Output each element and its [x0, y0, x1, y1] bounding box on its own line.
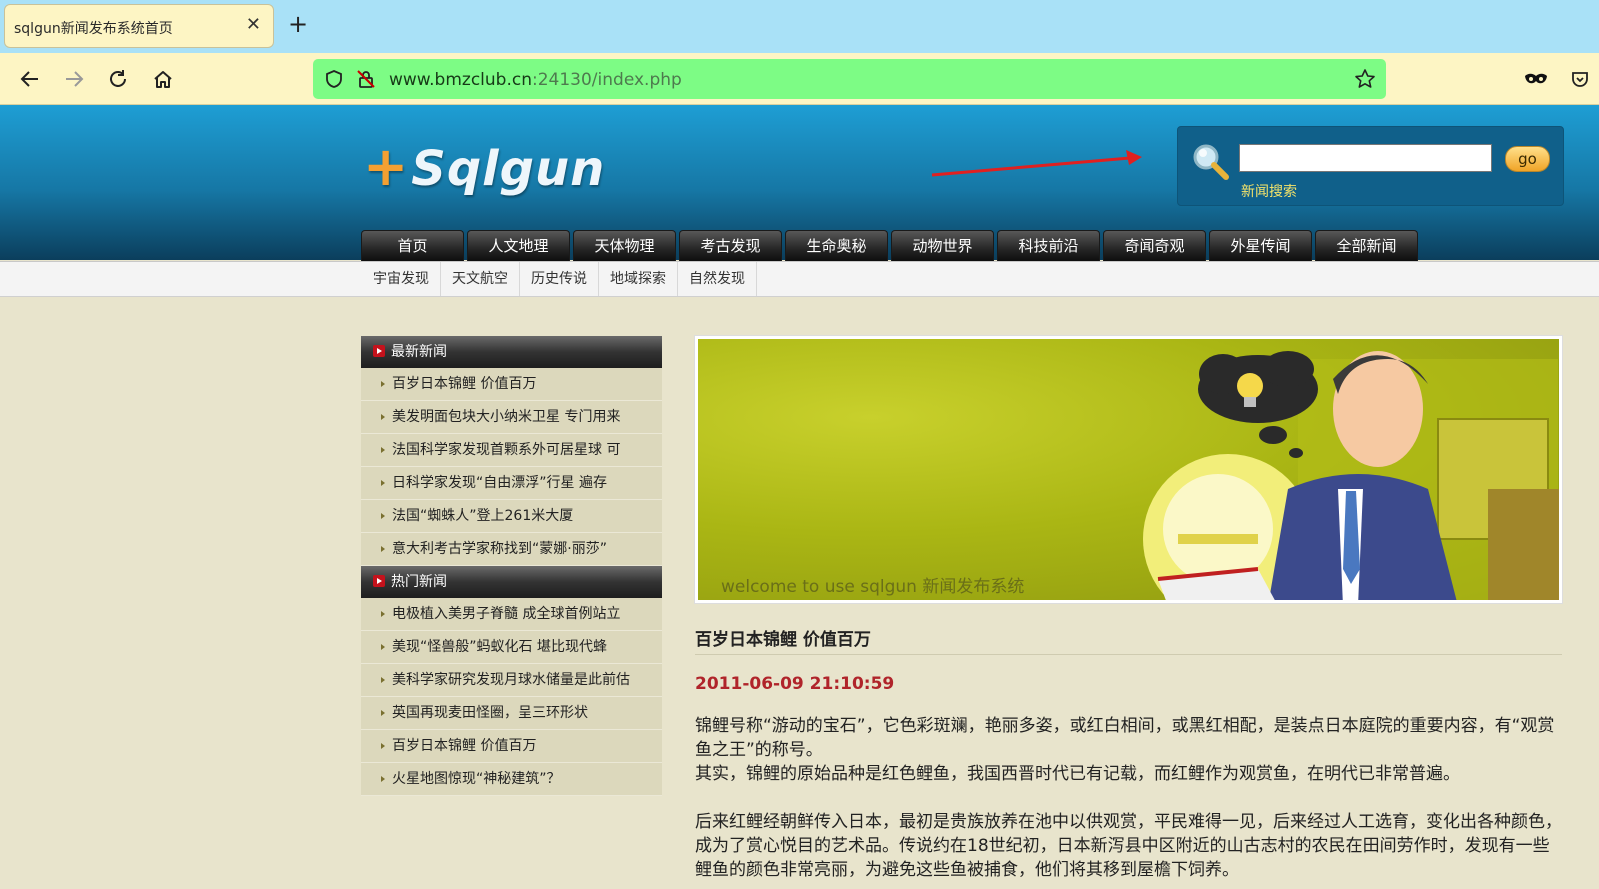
article-body: 锦鲤号称“游动的宝石”，它色彩斑斓，艳丽多姿，或红白相间，或黑红相配，是装点日本…: [695, 714, 1565, 882]
close-tab-icon[interactable]: ✕: [246, 14, 261, 35]
latest-news-header: 最新新闻: [361, 336, 662, 368]
pocket-button[interactable]: [1566, 65, 1594, 93]
arrow-left-icon: [20, 71, 38, 87]
search-label[interactable]: 新闻搜索: [1241, 181, 1297, 201]
subnav-aerospace[interactable]: 天文航空: [441, 262, 520, 296]
hot-news-header: 热门新闻: [361, 566, 662, 598]
insecure-lock-icon[interactable]: [356, 69, 376, 89]
list-item[interactable]: 百岁日本锦鲤 价值百万: [361, 730, 662, 763]
latest-news-list: 百岁日本锦鲤 价值百万 美发明面包块大小纳米卫星 专门用来 法国科学家发现首颗系…: [361, 368, 662, 566]
browser-tab-bar: sqlgun新闻发布系统首页 ✕ +: [0, 0, 1599, 53]
hot-news-list: 电极植入美男子脊髓 成全球首例站立 美现“怪兽般”蚂蚁化石 堪比现代蜂 美科学家…: [361, 598, 662, 796]
list-item[interactable]: 火星地图惊现“神秘建筑”？: [361, 763, 662, 796]
search-panel: go 新闻搜索: [1177, 126, 1564, 206]
banner-illustration: [1143, 351, 1559, 600]
subnav-nature[interactable]: 自然发现: [678, 262, 757, 296]
logo-plus: +: [363, 135, 410, 198]
logo-text: Sqlgun: [411, 141, 606, 197]
latest-news-title: 最新新闻: [391, 344, 447, 360]
banner-caption: welcome to use sqlgun 新闻发布系统: [721, 577, 1025, 597]
nav-archaeology[interactable]: 考古发现: [679, 230, 782, 261]
nav-tech-frontier[interactable]: 科技前沿: [997, 230, 1100, 261]
url-host: www.bmzclub.cn: [389, 70, 532, 90]
welcome-banner: welcome to use sqlgun 新闻发布系统: [695, 336, 1562, 603]
nav-oddities[interactable]: 奇闻奇观: [1103, 230, 1206, 261]
search-go-button[interactable]: go: [1505, 146, 1550, 172]
list-item[interactable]: 电极植入美男子脊髓 成全球首例站立: [361, 598, 662, 631]
shield-icon[interactable]: [324, 69, 344, 89]
list-item[interactable]: 美现“怪兽般”蚂蚁化石 堪比现代蜂: [361, 631, 662, 664]
subnav-universe[interactable]: 宇宙发现: [365, 262, 441, 296]
bookmark-star-icon[interactable]: [1354, 68, 1376, 90]
nav-life-mysteries[interactable]: 生命奥秘: [785, 230, 888, 261]
nav-all-news[interactable]: 全部新闻: [1315, 230, 1418, 261]
nav-animal-world[interactable]: 动物世界: [891, 230, 994, 261]
home-button[interactable]: [149, 65, 177, 93]
reload-icon: [110, 70, 126, 87]
list-item[interactable]: 美发明面包块大小纳米卫星 专门用来: [361, 401, 662, 434]
sidebar: 最新新闻 百岁日本锦鲤 价值百万 美发明面包块大小纳米卫星 专门用来 法国科学家…: [361, 336, 662, 796]
url-path: :24130/index.php: [532, 70, 682, 90]
subnav-history[interactable]: 历史传说: [520, 262, 599, 296]
nav-home[interactable]: 首页: [361, 230, 464, 261]
article-paragraph: 锦鲤号称“游动的宝石”，它色彩斑斓，艳丽多姿，或红白相间，或黑红相配，是装点日本…: [695, 716, 1555, 760]
reload-button[interactable]: [104, 65, 132, 93]
sub-nav: 宇宙发现 天文航空 历史传说 地域探索 自然发现: [0, 261, 1599, 297]
search-input[interactable]: [1239, 144, 1492, 172]
list-item[interactable]: 意大利考古学家称找到“蒙娜·丽莎”: [361, 533, 662, 566]
home-icon: [154, 71, 172, 88]
nav-humanities-geography[interactable]: 人文地理: [467, 230, 570, 261]
forward-button[interactable]: [60, 65, 88, 93]
article-title: 百岁日本锦鲤 价值百万: [695, 630, 871, 650]
list-item[interactable]: 法国“蜘蛛人”登上261米大厦: [361, 500, 662, 533]
back-button[interactable]: [16, 65, 44, 93]
magnifier-icon: [1193, 144, 1229, 180]
article-paragraph: 其实，锦鲤的原始品种是红色鲤鱼，我国西晋时代已有记载，而红鲤作为观赏鱼，在明代已…: [695, 764, 1460, 784]
divider: [695, 654, 1562, 655]
red-bullet-icon: [373, 345, 385, 357]
pocket-icon: [1572, 72, 1588, 87]
main-nav: 首页 人文地理 天体物理 考古发现 生命奥秘 动物世界 科技前沿 奇闻奇观 外星…: [361, 230, 1418, 261]
list-item[interactable]: 日科学家发现“自由漂浮”行星 遍存: [361, 467, 662, 500]
tab-title: sqlgun新闻发布系统首页: [14, 21, 173, 37]
subnav-exploration[interactable]: 地域探索: [599, 262, 678, 296]
red-bullet-icon: [373, 575, 385, 587]
hot-news-title: 热门新闻: [391, 574, 447, 590]
private-browsing-button[interactable]: [1522, 65, 1550, 93]
nav-astrophysics[interactable]: 天体物理: [573, 230, 676, 261]
article-date: 2011-06-09 21:10:59: [695, 674, 895, 694]
nav-alien-rumors[interactable]: 外星传闻: [1209, 230, 1312, 261]
red-arrow-annotation: [931, 150, 1142, 177]
url-text[interactable]: www.bmzclub.cn:24130/index.php: [389, 70, 682, 90]
site-logo[interactable]: +Sqlgun: [363, 135, 605, 198]
list-item[interactable]: 英国再现麦田怪圈，呈三环形状: [361, 697, 662, 730]
list-item[interactable]: 美科学家研究发现月球水储量是此前估: [361, 664, 662, 697]
browser-tab[interactable]: sqlgun新闻发布系统首页 ✕: [4, 4, 274, 48]
list-item[interactable]: 法国科学家发现首颗系外可居星球 可: [361, 434, 662, 467]
address-bar[interactable]: www.bmzclub.cn:24130/index.php: [313, 59, 1386, 99]
article-paragraph: 后来红鲤经朝鲜传入日本，最初是贵族放养在池中以供观赏，平民难得一见，后来经过人工…: [695, 812, 1562, 880]
mask-icon: [1525, 73, 1547, 84]
list-item[interactable]: 百岁日本锦鲤 价值百万: [361, 368, 662, 401]
arrow-right-icon: [66, 71, 84, 87]
browser-toolbar: www.bmzclub.cn:24130/index.php: [0, 53, 1599, 105]
new-tab-button[interactable]: +: [288, 12, 308, 36]
